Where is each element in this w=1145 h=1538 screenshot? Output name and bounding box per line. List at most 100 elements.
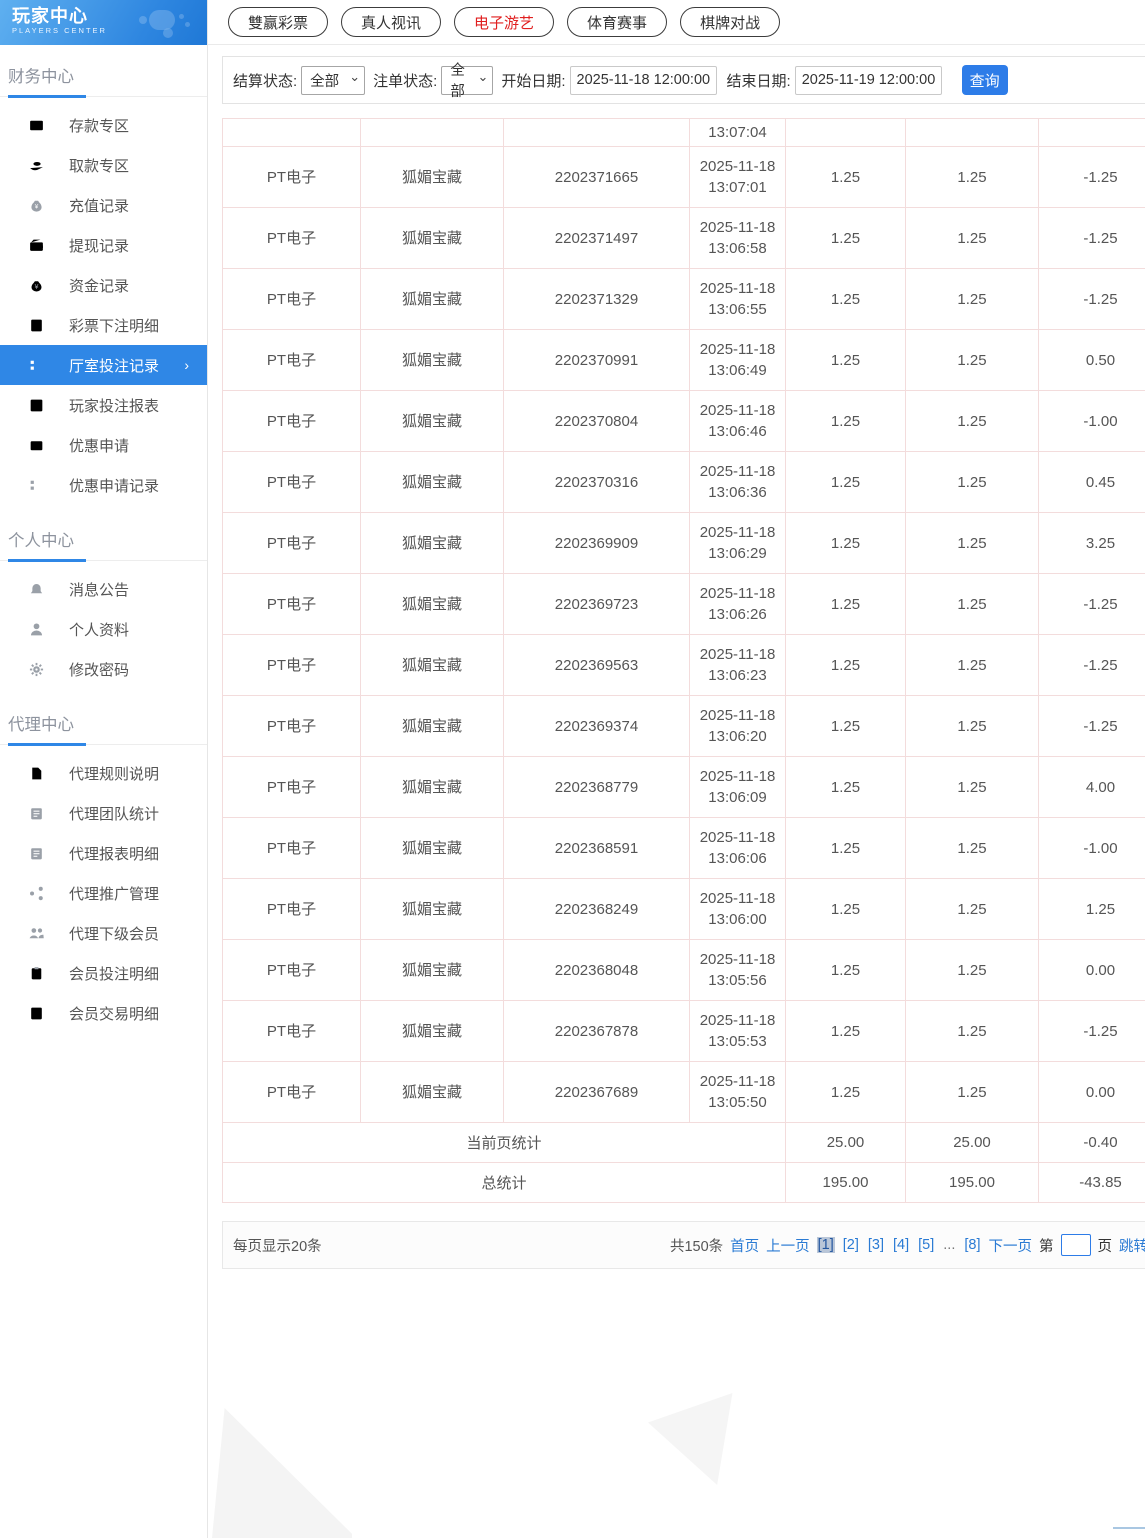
first-page-link[interactable]: 首页 — [730, 1235, 759, 1256]
sidebar-item[interactable]: 修改密码 › — [0, 649, 207, 689]
footer-edge-line — [1113, 1527, 1145, 1529]
cell-profit — [1038, 118, 1145, 147]
category-tab[interactable]: 电子游艺 — [454, 7, 555, 37]
sidebar-item[interactable]: 充值记录 › — [0, 185, 207, 225]
cell-order: 2202368591 — [503, 817, 690, 879]
cell-time: 2025-11-18 13:07:01 — [689, 146, 786, 208]
clipboard-icon — [28, 965, 45, 982]
cell-profit: -1.25 — [1038, 695, 1145, 757]
cell-profit: 4.00 — [1038, 756, 1145, 818]
cell-name: 狐媚宝藏 — [360, 207, 504, 269]
page-number-link[interactable]: [5] — [917, 1237, 935, 1253]
start-date-input[interactable] — [569, 65, 717, 95]
page-number-link[interactable]: [8] — [963, 1237, 981, 1253]
sidebar-item-label: 个人资料 — [69, 621, 130, 639]
cell-date-line: 2025-11-18 — [699, 341, 776, 358]
cell-name: 狐媚宝藏 — [360, 146, 504, 208]
sidebar-item[interactable]: 会员投注明细 › — [0, 953, 207, 993]
page-number-link[interactable]: [1] — [816, 1237, 835, 1253]
page-number-link[interactable]: [2] — [842, 1237, 860, 1253]
sidebar-item[interactable]: 资金记录 › — [0, 265, 207, 305]
cell-time-line: 13:06:49 — [708, 362, 767, 379]
sidebar-item[interactable]: 存款专区 › — [0, 105, 207, 145]
cell-time: 2025-11-18 13:06:09 — [689, 756, 786, 818]
sidebar-item[interactable]: 代理推广管理 › — [0, 873, 207, 913]
category-tab[interactable]: 体育赛事 — [567, 7, 668, 37]
table-row: PT电子 狐媚宝藏 2202368779 2025-11-18 13:06:09 … — [222, 756, 1145, 818]
cell-name: 狐媚宝藏 — [360, 695, 504, 757]
page-stats-bet: 25.00 — [785, 1122, 906, 1163]
sidebar-item[interactable]: 消息公告 › — [0, 569, 207, 609]
cell-bet: 1.25 — [785, 268, 906, 330]
cell-name: 狐媚宝藏 — [360, 634, 504, 696]
sidebar-item[interactable]: 代理下级会员 › — [0, 913, 207, 953]
cell-time-line: 13:06:46 — [708, 423, 767, 440]
cell-valid: 1.25 — [905, 268, 1039, 330]
total-stats-row: 总统计 195.00 195.00 -43.85 — [222, 1162, 1145, 1203]
cell-game: PT电子 — [222, 695, 361, 757]
next-page-link[interactable]: 下一页 — [989, 1235, 1033, 1256]
sidebar-item-label: 厅室投注记录 — [69, 357, 160, 375]
settle-status-select[interactable]: 全部 — [301, 65, 366, 95]
cell-order: 2202369723 — [503, 573, 690, 635]
sidebar-item[interactable]: 提现记录 › — [0, 225, 207, 265]
sidebar-item[interactable]: 优惠申请记录 › — [0, 465, 207, 505]
cell-time: 2025-11-18 13:05:50 — [689, 1061, 786, 1123]
sidebar-menu: 代理规则说明 › 代理团队统计 › 代理报表明细 › 代理推广管理 › 代理下级… — [0, 745, 207, 1037]
cell-bet: 1.25 — [785, 1061, 906, 1123]
share-icon — [28, 885, 45, 902]
sidebar-item[interactable]: 厅室投注记录 › — [0, 345, 207, 385]
cell-bet: 1.25 — [785, 1000, 906, 1062]
cell-order: 2202370991 — [503, 329, 690, 391]
end-date-input[interactable] — [794, 65, 942, 95]
table-row: PT电子 狐媚宝藏 2202367689 2025-11-18 13:05:50 … — [222, 1061, 1145, 1123]
sidebar-item[interactable]: 代理规则说明 › — [0, 753, 207, 793]
sidebar-item[interactable]: 玩家投注报表 › — [0, 385, 207, 425]
category-tab[interactable]: 雙赢彩票 — [228, 7, 329, 37]
cell-game: PT电子 — [222, 878, 361, 940]
wallet-icon — [28, 237, 45, 254]
cell-name: 狐媚宝藏 — [360, 1000, 504, 1062]
cell-order: 2202371497 — [503, 207, 690, 269]
cell-name — [360, 118, 504, 147]
total-stats-profit: -43.85 — [1038, 1162, 1145, 1203]
sidebar-item-label: 玩家投注报表 — [69, 397, 160, 415]
table-row: PT电子 狐媚宝藏 2202371497 2025-11-18 13:06:58 … — [222, 207, 1145, 269]
sidebar-item[interactable]: 优惠申请 › — [0, 425, 207, 465]
sidebar-item[interactable]: 个人资料 › — [0, 609, 207, 649]
cell-time: 2025-11-18 13:06:26 — [689, 573, 786, 635]
gamepad-icon — [135, 4, 193, 40]
table-row: PT电子 狐媚宝藏 2202367878 2025-11-18 13:05:53 … — [222, 1000, 1145, 1062]
sidebar-item[interactable]: 彩票下注明细 › — [0, 305, 207, 345]
table-row: PT电子 狐媚宝藏 2202370316 2025-11-18 13:06:36 … — [222, 451, 1145, 513]
sidebar-item-label: 代理下级会员 — [69, 925, 160, 943]
cell-order: 2202368048 — [503, 939, 690, 1001]
sidebar-item[interactable]: 取款专区 › — [0, 145, 207, 185]
order-status-select[interactable]: 全部 — [441, 63, 494, 100]
page-number-link[interactable]: [3] — [867, 1237, 885, 1253]
sidebar-item-label: 代理推广管理 — [69, 885, 160, 903]
sidebar-item[interactable]: 代理团队统计 › — [0, 793, 207, 833]
cell-game: PT电子 — [222, 329, 361, 391]
cell-bet: 1.25 — [785, 878, 906, 940]
sidebar-item[interactable]: 会员交易明细 › — [0, 993, 207, 1033]
category-tab[interactable]: 真人视讯 — [341, 7, 442, 37]
cell-bet: 1.25 — [785, 329, 906, 391]
category-tab[interactable]: 棋牌对战 — [680, 7, 781, 37]
page-number-link[interactable]: [4] — [892, 1237, 910, 1253]
cell-time: 2025-11-18 13:06:06 — [689, 817, 786, 879]
goto-page-input[interactable] — [1060, 1234, 1091, 1256]
cell-game: PT电子 — [222, 512, 361, 574]
goto-jump-link[interactable]: 跳转 — [1119, 1235, 1145, 1256]
table-row: PT电子 狐媚宝藏 2202368591 2025-11-18 13:06:06 … — [222, 817, 1145, 879]
cell-valid: 1.25 — [905, 451, 1039, 513]
sidebar-item-label: 彩票下注明细 — [69, 317, 160, 335]
cell-time-line: 13:06:55 — [708, 301, 767, 318]
category-tabs: 雙赢彩票 真人视讯 电子游艺 体育赛事 棋牌对战 — [208, 0, 1145, 45]
doc-lines-icon — [28, 317, 45, 334]
sidebar-item[interactable]: 代理报表明细 › — [0, 833, 207, 873]
prev-page-link[interactable]: 上一页 — [766, 1235, 810, 1256]
cell-time-line: 13:06:36 — [708, 484, 767, 501]
query-button[interactable]: 查询 — [961, 65, 1008, 95]
cell-profit: -1.00 — [1038, 817, 1145, 879]
